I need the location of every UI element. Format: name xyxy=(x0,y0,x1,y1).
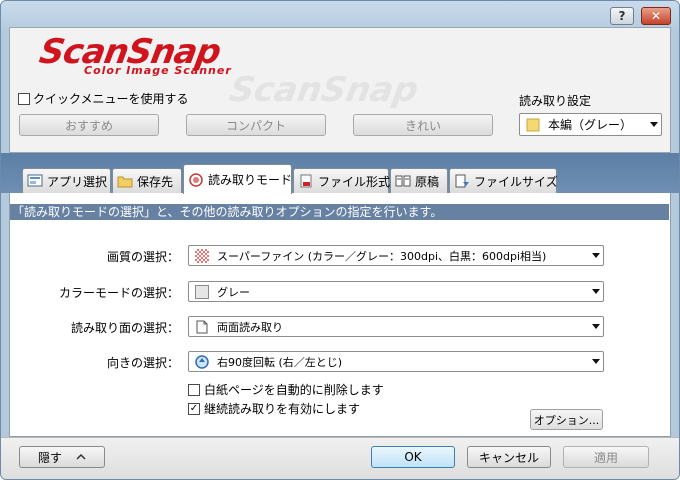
cancel-button[interactable]: キャンセル xyxy=(467,446,551,468)
tab-file-size[interactable]: ファイルサイズ xyxy=(449,168,558,193)
document-icon xyxy=(395,175,411,187)
gray-swatch-icon xyxy=(195,284,209,299)
preset-compact-button[interactable]: コンパクト xyxy=(186,114,326,136)
logo-watermark: ScanSnap xyxy=(226,70,422,110)
color-mode-value: グレー xyxy=(217,285,250,299)
scan-settings-value: 本編（グレー） xyxy=(548,118,633,132)
tab-app-select[interactable]: アプリ選択 xyxy=(22,168,111,193)
tab-label: ファイル形式 xyxy=(318,174,391,189)
orientation-select[interactable]: 右90度回転 (右／左とじ) xyxy=(188,351,604,372)
preset-recommended-button[interactable]: おすすめ xyxy=(19,114,159,136)
scan-settings-label: 読み取り設定 xyxy=(519,94,592,108)
continuous-scan-checkbox[interactable]: ✓ xyxy=(188,403,200,415)
tab-label: ファイルサイズ xyxy=(474,174,558,189)
app-icon xyxy=(27,174,43,187)
quick-menu-label: クイックメニューを使用する xyxy=(33,92,189,106)
tab-document[interactable]: 原稿 xyxy=(390,168,448,193)
blank-page-label: 白紙ページを自動的に削除します xyxy=(204,383,384,397)
ok-button[interactable]: OK xyxy=(371,446,455,468)
checkmark-icon: ✓ xyxy=(189,403,199,414)
apply-button[interactable]: 適用 xyxy=(563,446,649,468)
quality-icon xyxy=(195,248,209,263)
tab-label: 原稿 xyxy=(415,174,440,189)
close-button[interactable]: ✕ xyxy=(641,7,671,25)
quality-label: 画質の選択： xyxy=(106,250,179,264)
duplex-icon xyxy=(196,320,208,333)
orientation-label: 向きの選択： xyxy=(106,356,179,370)
scan-side-select[interactable]: 両面読み取り xyxy=(188,316,604,337)
scan-mode-icon xyxy=(189,172,203,187)
hide-button[interactable]: 隠す xyxy=(19,446,105,468)
scansnap-settings-window: ? ✕ ScanSnap ScanSnap Color Image Scanne… xyxy=(0,0,680,480)
pdf-file-icon xyxy=(300,174,312,188)
chevron-up-icon xyxy=(76,454,86,460)
panel-description-banner: 「読み取りモードの選択」と、その他の読み取りオプションの指定を行います。 xyxy=(10,204,669,220)
blank-page-checkbox[interactable] xyxy=(188,384,200,396)
file-size-icon xyxy=(455,174,469,188)
scan-mode-panel xyxy=(9,193,671,437)
color-mode-select[interactable]: グレー xyxy=(188,281,604,302)
tab-label: アプリ選択 xyxy=(47,174,108,189)
quick-menu-checkbox[interactable] xyxy=(18,93,30,105)
scan-settings-select[interactable]: 本編（グレー） xyxy=(519,113,662,136)
scan-side-value: 両面読み取り xyxy=(217,320,283,334)
color-mode-label: カラーモードの選択： xyxy=(58,286,179,300)
preset-fine-button[interactable]: きれい xyxy=(353,114,493,136)
tab-label: 読み取りモード xyxy=(208,173,293,187)
quality-select[interactable]: スーパーファイン (カラー／グレー：300dpi、白黒：600dpi相当) xyxy=(188,245,604,266)
tab-save-destination[interactable]: 保存先 xyxy=(112,168,182,193)
chevron-down-icon xyxy=(589,246,603,265)
settings-folder-icon xyxy=(526,118,540,131)
rotate-icon xyxy=(195,354,209,369)
chevron-down-icon xyxy=(589,352,603,371)
tab-file-format[interactable]: ファイル形式 xyxy=(293,168,391,193)
option-button[interactable]: オプション... xyxy=(530,409,603,430)
quality-value: スーパーファイン (カラー／グレー：300dpi、白黒：600dpi相当) xyxy=(217,249,547,263)
chevron-down-icon xyxy=(589,317,603,336)
logo-tagline: Color Image Scanner xyxy=(84,64,232,77)
orientation-value: 右90度回転 (右／左とじ) xyxy=(217,355,343,369)
continuous-scan-label: 継続読み取りを有効にします xyxy=(204,402,361,416)
tab-label: 保存先 xyxy=(137,174,174,189)
folder-icon xyxy=(117,176,133,188)
tab-scan-mode[interactable]: 読み取りモード xyxy=(183,164,292,194)
chevron-down-icon xyxy=(589,282,603,301)
hide-label: 隠す xyxy=(37,450,62,465)
help-button[interactable]: ? xyxy=(610,7,634,25)
scan-side-label: 読み取り面の選択： xyxy=(70,321,179,335)
chevron-down-icon xyxy=(647,114,661,135)
scansnap-logo: ScanSnap ScanSnap Color Image Scanner xyxy=(36,32,421,110)
